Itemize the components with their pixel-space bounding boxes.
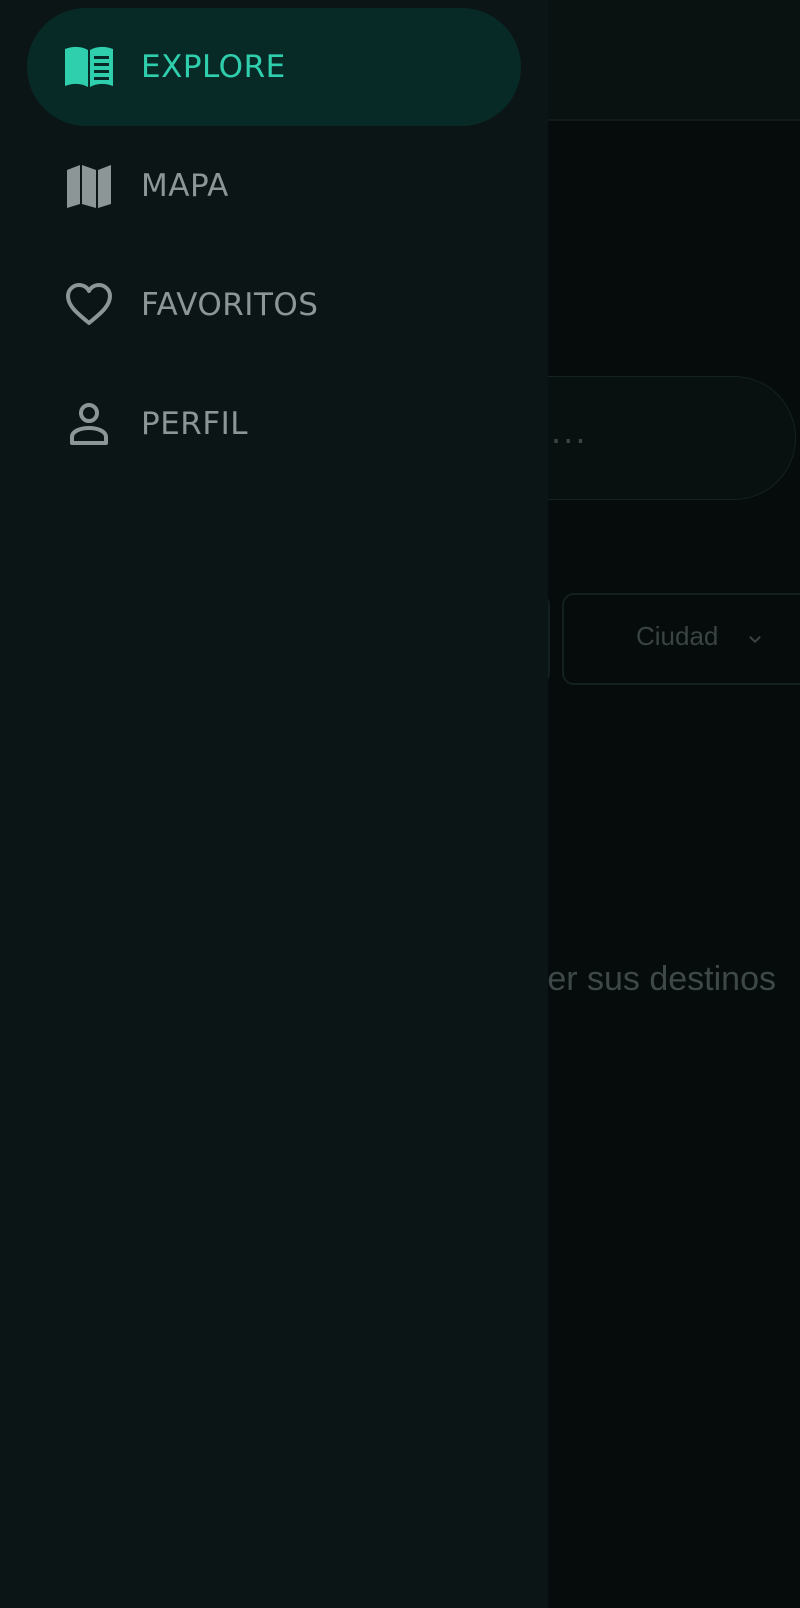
search-placeholder: ... [551, 413, 588, 451]
nav-item-label: EXPLORE [141, 49, 286, 85]
city-filter-label: Ciudad [636, 621, 719, 651]
empty-state-message: er sus destinos [547, 960, 776, 998]
book-open-icon [65, 46, 113, 87]
nav-item-label: PERFIL [141, 406, 249, 442]
chevron-down-icon [749, 636, 761, 643]
city-filter-dropdown[interactable]: Ciudad [562, 593, 800, 685]
nav-item-explore[interactable]: EXPLORE [27, 8, 521, 126]
person-icon [70, 403, 108, 445]
nav-item-mapa[interactable]: MAPA [27, 127, 521, 245]
navigation-drawer: EXPLORE MAPA FAVORITOS PERFIL [0, 0, 548, 1608]
map-icon [67, 165, 111, 208]
app-screen: ... Ciudad er sus destinos EXPLORE MAPA … [0, 0, 800, 1608]
nav-item-favoritos[interactable]: FAVORITOS [27, 246, 521, 364]
heart-icon [66, 283, 112, 325]
nav-item-label: FAVORITOS [141, 287, 319, 323]
nav-item-label: MAPA [141, 168, 229, 204]
nav-item-perfil[interactable]: PERFIL [27, 365, 521, 483]
